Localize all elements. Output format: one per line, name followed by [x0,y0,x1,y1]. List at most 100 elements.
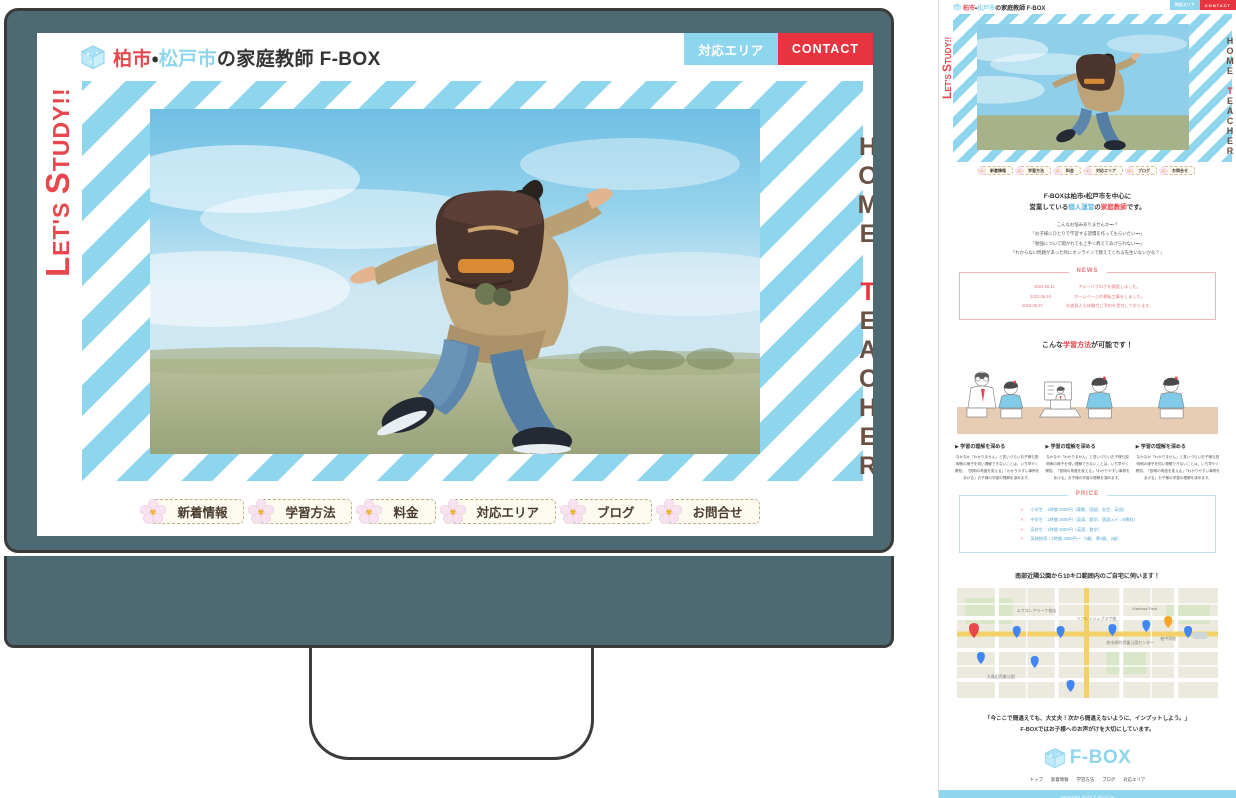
methods-column-body: なかなか「わかりません」と言いづらいお子様も説明側の様子を伺い理解できないことは… [1045,455,1130,480]
footer-logo[interactable]: F-BOX [939,747,1236,769]
news-item[interactable]: 2022.06.10 ホームページの移転工事をしました。 [968,292,1207,302]
thumb-nav-area[interactable]: 対応エリア [1082,165,1123,175]
thumb-nav-contact[interactable]: お問合せ [1158,165,1195,175]
price-item: ✳ 英検指導：1時間 2500円〜（3級、準2級、2級） [968,534,1207,544]
thumb-nav-blog[interactable]: ブログ [1124,165,1157,175]
news-item[interactable]: 2022.06.07 お道具入も体験ガご予約を受付しております。 [968,301,1207,311]
methods-column: ▶ 学習の理解を深める なかなか「わかりません」と言いづらいお子様も説明側の様子… [1136,443,1220,481]
methods-title-hl: 学習方法 [1063,342,1091,350]
flower-icon [1124,165,1135,175]
footer-nav: トップ 新着情報 学習方法 ブログ 対応エリア [939,777,1236,783]
price-bullet-icon: ✳ [1020,507,1024,513]
bottom-nav-item-contact[interactable]: お問合せ [655,498,760,524]
thumb-lets-study-text: LET'S STUDY!! [940,37,954,99]
footer-nav-item[interactable]: 学習方法 [1077,777,1095,783]
thumb-hero-section: LET'S STUDY!! HOME TEACHER [939,14,1236,162]
footer-quote: 「今ここで間違えても、大丈夫！次から間違えないように、インプットしよう。」 F-… [939,714,1236,736]
monitor-stand [309,648,594,760]
thumb-header-nav-area-button[interactable]: 対応エリア [1169,0,1200,10]
thumb-brand[interactable]: 柏市・松戸市の家庭教師 F-BOX [953,3,1045,12]
footer-copyright: copyright 2022 F-BOX.llc [939,790,1236,798]
hero-photo [150,109,760,454]
price-bullet-icon: ✳ [1020,536,1024,542]
flower-icon [1014,165,1025,175]
thumb-ls-ets: ET'S [944,71,953,92]
thumb-brand-dark: の家庭教師 F-BOX [995,5,1046,12]
price-text: 英検指導：1時間 2500円〜（3級、準2級、2級） [1030,536,1122,542]
thumb-nav-label: 学習方法 [1028,167,1044,173]
monitor-base [4,556,894,648]
thumb-brand-blue: 松戸市 [977,5,996,12]
brand[interactable]: 柏市・松戸市の家庭教師 F-BOX [80,44,381,71]
footer-nav-item[interactable]: ブログ [1102,777,1115,783]
price-bullet-icon: ✳ [1020,517,1024,523]
thumb-brand-title: 柏市・松戸市の家庭教師 F-BOX [963,3,1045,12]
thumb-nav-method[interactable]: 学習方法 [1014,165,1051,175]
flower-icon [248,498,275,525]
price-section-title: PRICE [1067,491,1108,498]
bottom-nav-item-news[interactable]: 新着情報 [140,498,245,524]
bottom-nav: 新着情報 学習方法 料金 対応エリア ブログ お問合せ [37,498,873,524]
flower-icon [976,165,987,175]
thumb-nav-label: 新着情報 [990,167,1006,173]
header-nav-area-button[interactable]: 対応エリア [684,33,778,65]
intro-line2-red: 家庭教師 [1100,204,1127,212]
bottom-nav-label: 料金 [393,506,419,520]
thumb-ht-t: T [1225,86,1235,96]
fbox-cube-logo-icon [80,44,106,70]
methods-column: ▶ 学習の理解を深める なかなか「わかりません」と言いづらいお子様も説明側の様子… [955,443,1039,481]
methods-title-pre: こんな [1042,342,1063,350]
lets-study-vertical-text: LET'S STUDY!! [39,87,77,277]
home-teacher-post: EACHER [854,307,873,481]
price-text: 小学生：1時間 2000円（算数、国語、社会、英語） [1030,507,1128,513]
flower-icon [559,498,587,525]
footer-nav-item[interactable]: 新着情報 [1051,777,1069,783]
bottom-nav-label: ブログ [597,506,635,520]
thumb-nav-price[interactable]: 料金 [1052,165,1081,175]
methods-illustration [957,362,1218,435]
footer-nav-item[interactable]: トップ [1030,777,1043,783]
bottom-nav-item-price[interactable]: 料金 [356,498,436,524]
bottom-nav-label: 新着情報 [177,506,228,520]
methods-title-post: が可能です！ [1091,342,1133,350]
methods-column-heading: ▶ 学習の理解を深める [1135,444,1186,451]
thumb-bottom-nav: 新着情報 学習方法 料金 対応エリア ブログ お問合せ [939,165,1236,175]
price-item: ✳ 高校生：1時間 3000円（英語、数学） [968,525,1207,535]
home-teacher-pre: HOME [854,133,873,249]
svg-text:Kashiwa Field: Kashiwa Field [1132,606,1157,611]
brand-sep: ・ [151,48,159,70]
news-section: NEWS 2022.06.11 アメーバブログを開設しました。 2022.06.1… [959,268,1216,321]
footer-nav-item[interactable]: 対応エリア [1123,777,1145,783]
flower-icon [356,498,383,525]
flower-icon [1158,165,1169,175]
thumb-hero-photo [977,24,1189,150]
home-teacher-t: T [854,278,873,307]
google-map-embed[interactable]: エクスレアリーナ柏店 リフレッシュプラザ柏 Kashiwa Field 大島田児… [957,588,1218,698]
svg-text:エクスレアリーナ柏店: エクスレアリーナ柏店 [1017,607,1057,613]
thumb-header-nav-contact-button[interactable]: CONTACT [1199,0,1236,10]
thumb-header-nav: 対応エリア CONTACT [1169,0,1236,10]
bottom-nav-item-area[interactable]: 対応エリア [439,498,557,524]
bottom-nav-item-blog[interactable]: ブログ [559,498,652,524]
lets-study-s: S [39,171,76,195]
lets-study-tudy: TUDY!! [48,87,74,172]
methods-columns: ▶ 学習の理解を深める なかなか「わかりません」と言いづらいお子様も説明側の様子… [955,443,1220,481]
intro-section: F-BOXは柏市・松戸市を中心に 営業している個人運営の家庭教師です。 こんなお… [939,191,1236,257]
thumb-nav-label: お問合せ [1172,167,1188,173]
news-item[interactable]: 2022.06.11 アメーバブログを開設しました。 [968,282,1207,292]
intro-line2: 営業している個人運営の家庭教師です。 [957,202,1218,213]
price-bullet-icon: ✳ [1020,526,1024,532]
website-preview-fullpage[interactable]: 柏市・松戸市の家庭教師 F-BOX 対応エリア CONTACT LET'S ST… [938,0,1236,798]
svg-text:柏市原町児童公園センター: 柏市原町児童公園センター [1106,639,1154,645]
thumb-nav-news[interactable]: 新着情報 [976,165,1013,175]
footer-quote-line2: F-BOXではお子様へのお声がけを大切にしています。 [1020,727,1155,734]
header-nav-contact-button[interactable]: CONTACT [777,33,873,65]
intro-sub-3: 「わからない問題があった時にオンラインで教えてくれる先生いないかな？」 [1010,249,1165,255]
price-item: ✳ 中学生：1時間 2500円（英語、数学、国語メイン5教科） [968,515,1207,525]
map-caption: 南部近隣公園から10キロ範囲内のご自宅に伺います！ [1015,574,1160,580]
svg-text:柏中学校: 柏中学校 [1160,635,1176,641]
flower-icon [140,498,167,525]
bottom-nav-item-method[interactable]: 学習方法 [248,498,353,524]
news-text: ホームページの移転工事をしました。 [1074,293,1145,299]
brand-part-blue: 松戸市 [158,48,217,70]
